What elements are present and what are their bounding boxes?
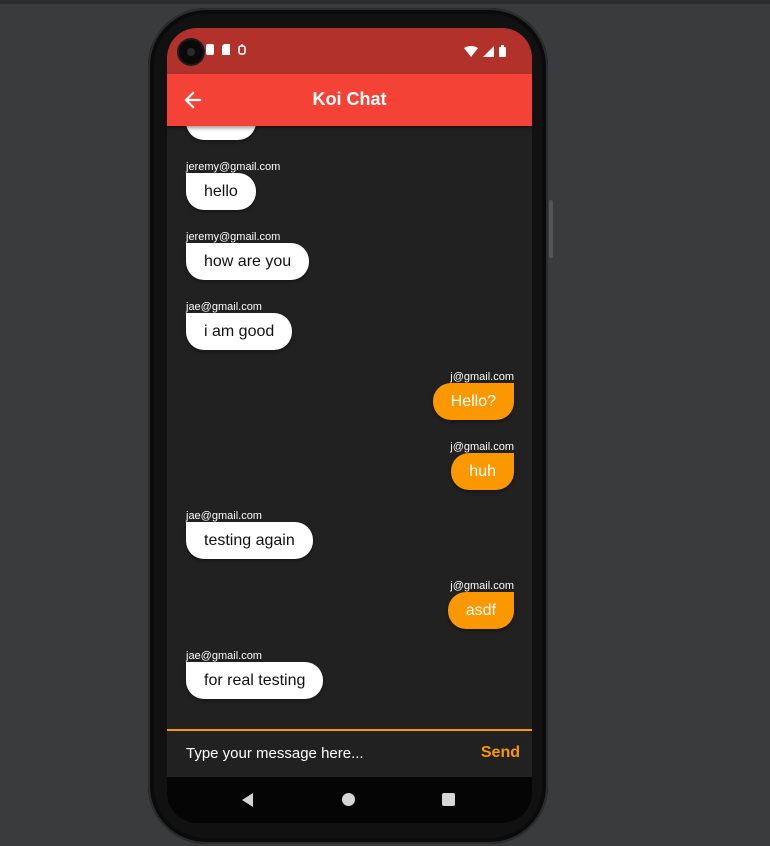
message-bubble[interactable]: work bbox=[186, 126, 256, 140]
message-sender: jeremy@gmail.com bbox=[186, 161, 281, 173]
status-bar bbox=[167, 28, 532, 74]
message-received: jeremy@gmail.com hello bbox=[186, 161, 280, 210]
message-bubble[interactable]: how are you bbox=[186, 243, 310, 280]
app-bar: Koi Chat bbox=[167, 74, 532, 126]
debug-icon bbox=[237, 43, 247, 61]
message-sender: jae@gmail.com bbox=[186, 301, 262, 313]
device-screen: Koi Chat work jeremy@gmail.com hello jer… bbox=[167, 28, 532, 823]
power-button bbox=[549, 200, 553, 258]
message-received: jae@gmail.com for real testing bbox=[186, 650, 324, 699]
message-bubble[interactable]: for real testing bbox=[186, 662, 324, 699]
message-bubble[interactable]: i am good bbox=[186, 313, 293, 350]
nav-back-icon[interactable] bbox=[241, 793, 255, 812]
signal-icon bbox=[483, 44, 494, 62]
send-button[interactable]: Send bbox=[481, 744, 520, 762]
message-sender: jeremy@gmail.com bbox=[186, 231, 281, 243]
wifi-icon bbox=[464, 44, 478, 62]
message-sent: j@gmail.com huh bbox=[450, 441, 514, 490]
message-sent: j@gmail.com asdf bbox=[447, 580, 514, 629]
message-sender: jae@gmail.com bbox=[186, 510, 262, 522]
sd-card-icon bbox=[221, 43, 231, 61]
battery-icon bbox=[499, 44, 506, 62]
message-bubble[interactable]: huh bbox=[451, 453, 514, 490]
status-icons-left bbox=[205, 43, 247, 61]
message-received: jeremy@gmail.com how are you bbox=[186, 231, 310, 280]
message-received: work bbox=[186, 126, 256, 140]
nav-recents-icon[interactable] bbox=[442, 793, 455, 806]
nav-home-icon[interactable] bbox=[342, 793, 355, 806]
message-list[interactable]: work jeremy@gmail.com hello jeremy@gmail… bbox=[167, 126, 532, 730]
message-composer: Send bbox=[167, 729, 532, 777]
notification-icon bbox=[205, 43, 215, 61]
message-sender: j@gmail.com bbox=[450, 371, 514, 383]
message-sender: j@gmail.com bbox=[450, 580, 514, 592]
top-strip bbox=[0, 0, 770, 4]
front-camera bbox=[179, 40, 203, 64]
message-sent: j@gmail.com Hello? bbox=[432, 371, 514, 420]
status-icons-right bbox=[464, 44, 506, 62]
message-bubble[interactable]: asdf bbox=[447, 592, 514, 629]
message-input[interactable] bbox=[186, 741, 456, 765]
message-received: jae@gmail.com testing again bbox=[186, 510, 313, 559]
app-title: Koi Chat bbox=[312, 89, 387, 109]
navigation-bar bbox=[167, 777, 532, 823]
message-bubble[interactable]: hello bbox=[186, 173, 256, 210]
message-received: jae@gmail.com i am good bbox=[186, 301, 293, 350]
message-sender: jae@gmail.com bbox=[186, 650, 262, 662]
message-bubble[interactable]: Hello? bbox=[432, 383, 514, 420]
message-bubble[interactable]: testing again bbox=[186, 522, 313, 559]
message-sender: j@gmail.com bbox=[450, 441, 514, 453]
